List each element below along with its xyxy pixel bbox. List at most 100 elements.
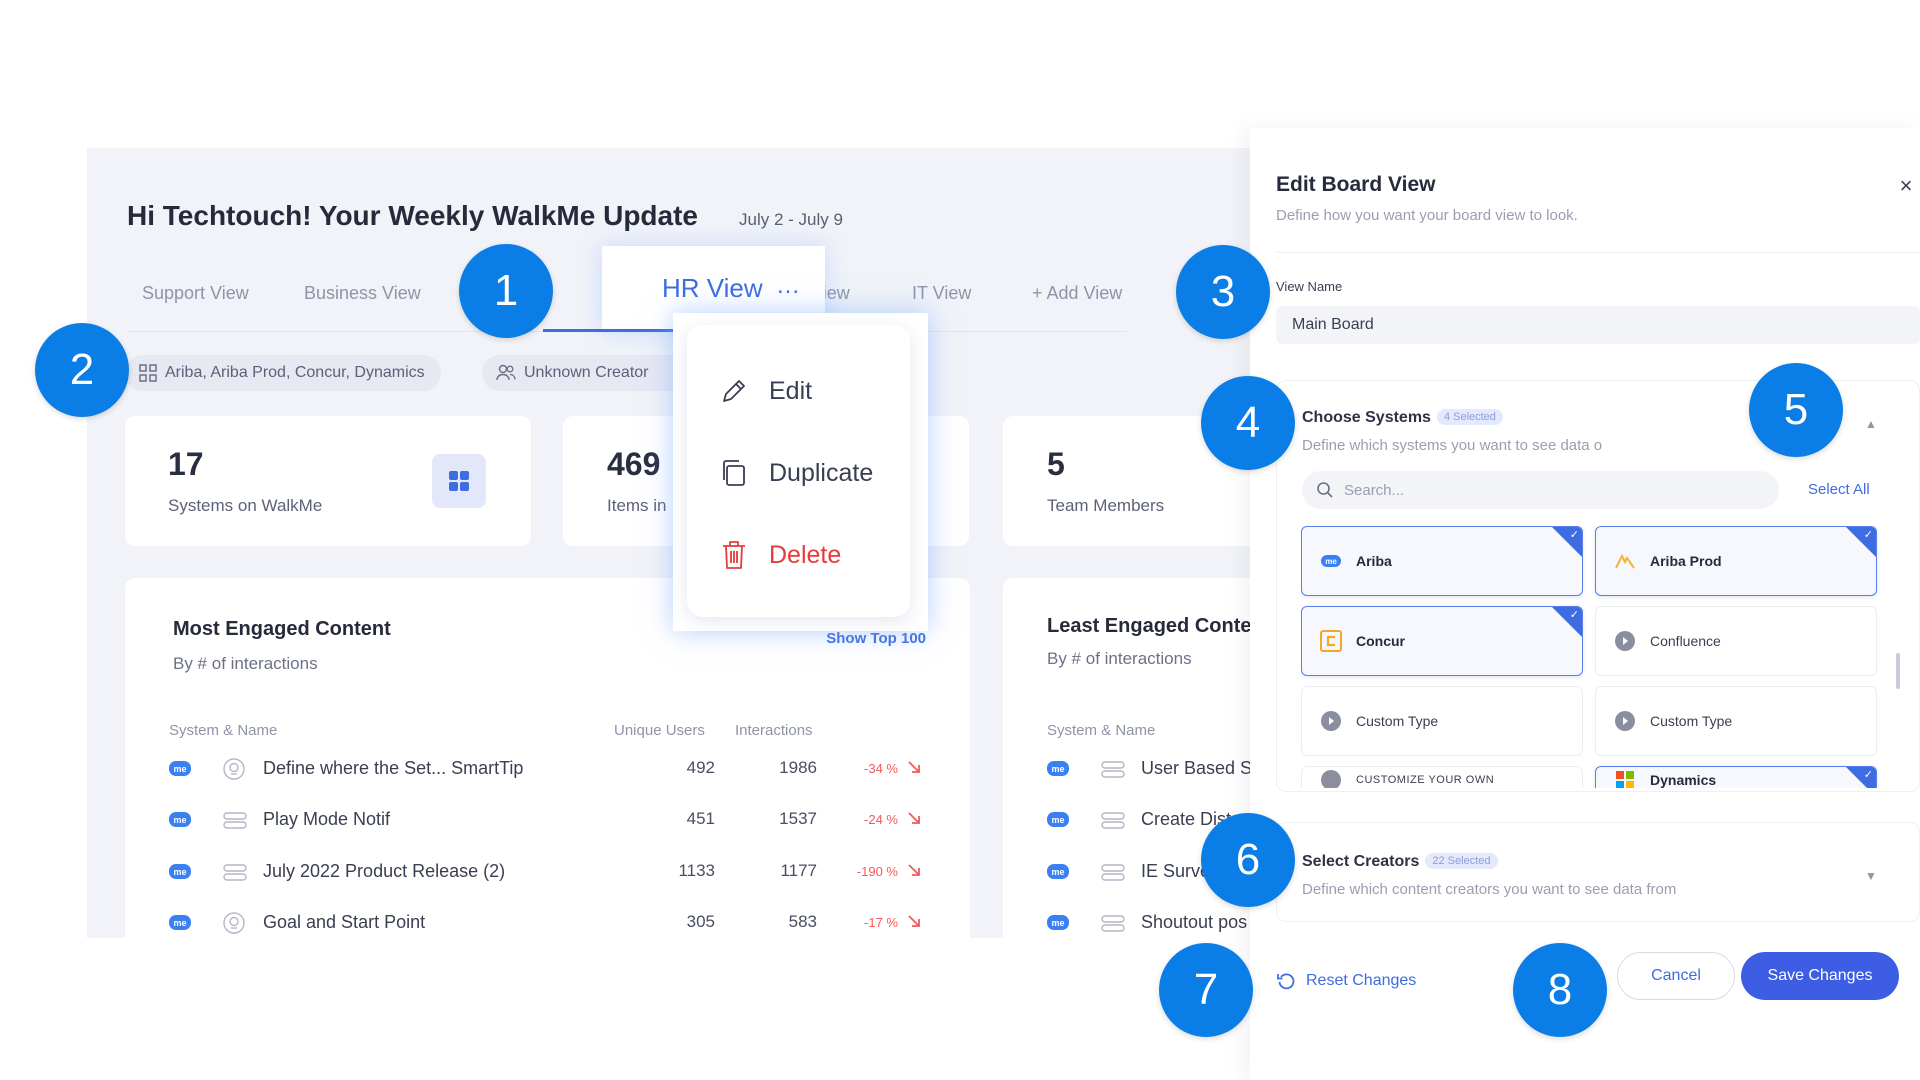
most-engaged-subtitle: By # of interactions — [173, 654, 318, 673]
system-option-label: Custom Type — [1356, 713, 1439, 729]
save-changes-button[interactable]: Save Changes — [1741, 952, 1899, 1000]
callout-6: 6 — [1201, 813, 1295, 907]
callout-8: 8 — [1513, 943, 1607, 1037]
least-engaged-subtitle: By # of interactions — [1047, 649, 1192, 668]
me-system-badge: me — [1047, 915, 1069, 930]
tab-it-view[interactable]: IT View — [912, 283, 971, 304]
most-engaged-panel: Most Engaged Content By # of interaction… — [125, 578, 970, 938]
drawer-title: Edit Board View — [1276, 173, 1436, 196]
search-icon — [1317, 482, 1333, 498]
drawer-divider — [1276, 252, 1920, 253]
system-option-custom-type[interactable]: Custom Type — [1301, 686, 1583, 756]
show-top-100-link[interactable]: Show Top 100 — [826, 630, 926, 647]
most-engaged-title: Most Engaged Content — [173, 618, 391, 640]
systems-search-input[interactable] — [1344, 481, 1764, 499]
systems-search — [1302, 471, 1779, 509]
trend-down-icon — [907, 863, 921, 882]
active-tab-indicator — [543, 329, 693, 332]
apps-icon — [432, 454, 486, 508]
trash-icon — [723, 541, 745, 569]
copy-icon — [723, 460, 745, 486]
menu-item-delete[interactable]: Delete — [719, 535, 841, 575]
trend-down-icon — [907, 811, 921, 830]
check-icon: ✓ — [1569, 609, 1579, 621]
table-row[interactable]: me Define where the Set... SmartTip 492 … — [125, 754, 970, 784]
view-name-label: View Name — [1276, 279, 1343, 294]
add-view-button[interactable]: + Add View — [1032, 283, 1122, 304]
system-option-label: Ariba Prod — [1650, 553, 1722, 569]
tab-business-view[interactable]: Business View — [304, 283, 421, 304]
customize-icon — [1320, 769, 1342, 788]
reset-changes-button[interactable]: Reset Changes — [1276, 971, 1416, 991]
custom-type-icon — [1320, 710, 1342, 732]
select-creators-title: Select Creators 22 Selected — [1302, 853, 1498, 871]
chevron-up-icon[interactable]: ▲ — [1865, 417, 1877, 431]
drawer-subtitle: Define how you want your board view to l… — [1276, 207, 1578, 224]
date-range: July 2 - July 9 — [739, 210, 843, 229]
system-option-label: Confluence — [1650, 633, 1721, 649]
system-option-ariba-prod[interactable]: Ariba Prod ✓ — [1595, 526, 1877, 596]
systems-card: 17 Systems on WalkMe — [125, 416, 531, 546]
callout-3: 3 — [1176, 245, 1270, 339]
menu-item-duplicate[interactable]: Duplicate — [719, 453, 873, 493]
check-icon: ✓ — [1863, 769, 1873, 781]
system-option-label: CUSTOMIZE YOUR OWN — [1356, 774, 1495, 786]
more-options-icon[interactable]: ... — [777, 272, 800, 300]
system-option-concur[interactable]: Concur ✓ — [1301, 606, 1583, 676]
callout-2: 2 — [35, 323, 129, 417]
content-name: IE Surve — [1141, 861, 1211, 881]
change-percent: -24 % — [864, 812, 898, 827]
select-creators-subtitle: Define which content creators you want t… — [1302, 881, 1677, 898]
check-icon: ✓ — [1863, 529, 1873, 541]
chevron-down-icon[interactable]: ▼ — [1865, 869, 1877, 883]
launcher-icon — [1100, 911, 1126, 938]
system-option-confluence[interactable]: Confluence — [1595, 606, 1877, 676]
system-option-label: Custom Type — [1650, 713, 1733, 729]
svg-text:me: me — [1325, 557, 1337, 566]
select-all-button[interactable]: Select All — [1808, 481, 1870, 498]
callout-1: 1 — [459, 244, 553, 338]
close-icon[interactable]: × — [1892, 172, 1920, 200]
content-name: Shoutout pos — [1141, 912, 1248, 932]
select-creators-title-text: Select Creators — [1302, 853, 1420, 870]
me-system-badge: me — [1047, 761, 1069, 776]
creators-filter-chip[interactable]: Unknown Creator — [482, 355, 692, 391]
trend-down-icon — [907, 914, 921, 933]
custom-type-icon — [1614, 710, 1636, 732]
cancel-button[interactable]: Cancel — [1617, 952, 1735, 1000]
table-row[interactable]: me Goal and Start Point 305 583 -17 % — [125, 908, 970, 938]
menu-item-edit-label: Edit — [769, 376, 813, 405]
table-row[interactable]: me July 2022 Product Release (2) 1133 11… — [125, 857, 970, 887]
table-row[interactable]: me Shoutout pos — [1003, 908, 1250, 938]
callout-7: 7 — [1159, 943, 1253, 1037]
items-count-label: Items in — [607, 496, 667, 515]
edit-board-drawer: Edit Board View Define how you want your… — [1250, 128, 1920, 1080]
check-icon: ✓ — [1569, 529, 1579, 541]
callout-4: 4 — [1201, 376, 1295, 470]
system-option-ariba[interactable]: me Ariba ✓ — [1301, 526, 1583, 596]
table-row[interactable]: me User Based S — [1003, 754, 1250, 784]
system-option-custom-type-2[interactable]: Custom Type — [1595, 686, 1877, 756]
choose-systems-subtitle: Define which systems you want to see dat… — [1302, 437, 1603, 454]
callout-5: 5 — [1749, 363, 1843, 457]
select-creators-section[interactable]: Select Creators 22 Selected Define which … — [1276, 822, 1920, 922]
systems-scrollbar[interactable] — [1896, 653, 1900, 689]
table-row[interactable]: me Play Mode Notif 451 1537 -24 % — [125, 805, 970, 835]
system-option-customize[interactable]: CUSTOMIZE YOUR OWN — [1301, 766, 1583, 788]
page-title: Hi Techtouch! Your Weekly WalkMe Update — [127, 200, 698, 231]
launcher-icon — [1100, 808, 1126, 837]
menu-item-edit[interactable]: Edit — [719, 371, 812, 411]
system-option-dynamics[interactable]: Dynamics ✓ — [1595, 766, 1877, 788]
concur-icon — [1320, 630, 1342, 652]
ariba-icon: me — [1320, 550, 1342, 572]
column-header-interactions: Interactions — [735, 722, 813, 739]
view-name-input[interactable] — [1276, 306, 1920, 344]
menu-item-duplicate-label: Duplicate — [769, 458, 874, 487]
change-percent: -190 % — [856, 864, 898, 879]
grid-icon — [139, 364, 157, 382]
tab-hr-view[interactable]: HR View — [662, 273, 763, 304]
tab-support-view[interactable]: Support View — [142, 283, 249, 304]
systems-filter-label: Ariba, Ariba Prod, Concur, Dynamics — [165, 364, 425, 381]
systems-filter-chip[interactable]: Ariba, Ariba Prod, Concur, Dynamics — [125, 355, 441, 391]
choose-systems-title: Choose Systems 4 Selected — [1302, 409, 1503, 427]
